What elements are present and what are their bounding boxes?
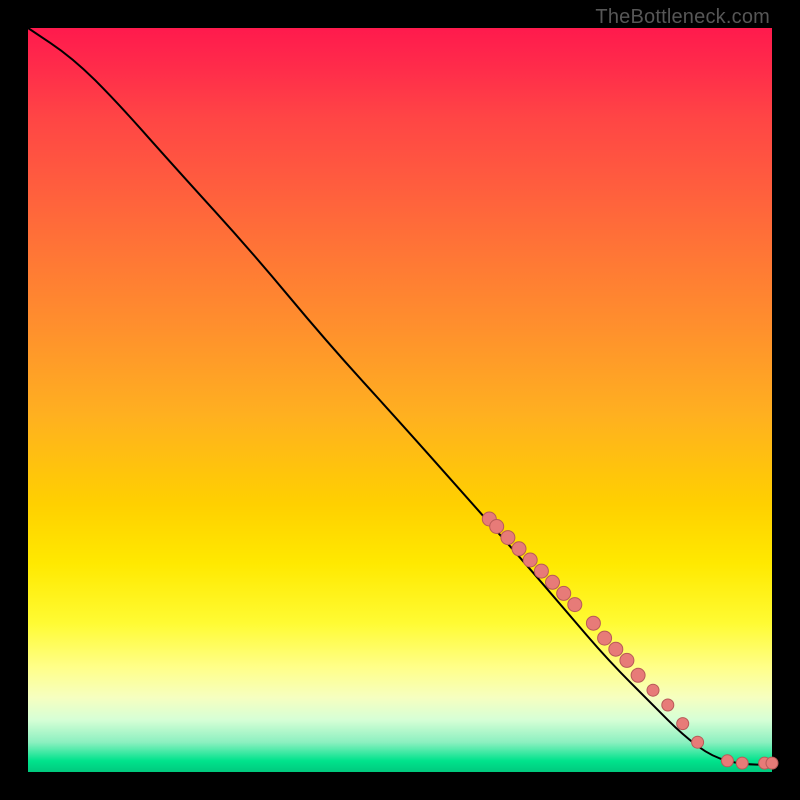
data-point: [534, 564, 548, 578]
bottleneck-curve: [28, 28, 772, 765]
data-point: [501, 531, 515, 545]
data-point: [586, 616, 600, 630]
data-point: [620, 653, 634, 667]
data-point: [568, 598, 582, 612]
watermark-text: TheBottleneck.com: [595, 6, 770, 29]
data-point: [523, 553, 537, 567]
data-point: [647, 684, 659, 696]
data-point: [766, 757, 778, 769]
data-point: [736, 757, 748, 769]
data-point: [546, 575, 560, 589]
data-point: [721, 755, 733, 767]
chart-svg: [28, 28, 772, 772]
data-point: [631, 668, 645, 682]
chart-frame: TheBottleneck.com: [0, 0, 800, 800]
data-point: [692, 736, 704, 748]
data-point: [557, 586, 571, 600]
data-point: [598, 631, 612, 645]
data-point: [490, 520, 504, 534]
data-point: [677, 718, 689, 730]
data-point: [609, 642, 623, 656]
data-point: [512, 542, 526, 556]
data-point: [662, 699, 674, 711]
plot-area: [28, 28, 772, 772]
data-point-layer: [482, 512, 778, 769]
